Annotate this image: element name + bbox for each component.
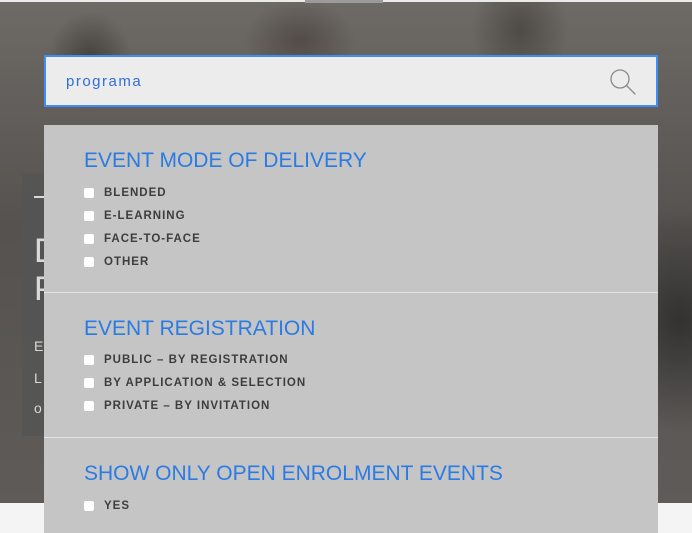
checkbox-option[interactable]: E-LEARNING: [84, 208, 186, 224]
filter-panel: EVENT MODE OF DELIVERY BLENDED E-LEARNIN…: [44, 125, 658, 533]
search-box[interactable]: [44, 55, 658, 107]
filter-section-title: EVENT MODE OF DELIVERY: [84, 149, 367, 172]
filter-section-title: EVENT REGISTRATION: [84, 317, 316, 340]
filter-section-registration: EVENT REGISTRATION PUBLIC – BY REGISTRAT…: [44, 292, 658, 438]
filter-section-delivery: EVENT MODE OF DELIVERY BLENDED E-LEARNIN…: [44, 125, 658, 292]
checkbox-icon[interactable]: [84, 355, 94, 365]
checkbox-option[interactable]: BY APPLICATION & SELECTION: [84, 375, 306, 391]
checkbox-icon[interactable]: [84, 234, 94, 244]
checkbox-label: FACE-TO-FACE: [104, 233, 201, 245]
checkbox-icon[interactable]: [84, 188, 94, 198]
checkbox-label: BLENDED: [104, 187, 167, 199]
checkbox-option[interactable]: YES: [84, 498, 130, 514]
top-nav-active-tab[interactable]: [305, 0, 383, 3]
checkbox-label: OTHER: [104, 256, 150, 268]
checkbox-icon[interactable]: [84, 211, 94, 221]
checkbox-label: BY APPLICATION & SELECTION: [104, 377, 307, 389]
hero-caption-letter: L: [34, 370, 42, 386]
hero-caption-dash: [34, 196, 44, 198]
checkbox-option[interactable]: OTHER: [84, 254, 149, 270]
hero-caption-letter: o: [34, 400, 42, 416]
checkbox-icon[interactable]: [84, 257, 94, 267]
filter-section-title: SHOW ONLY OPEN ENROLMENT EVENTS: [84, 462, 503, 485]
checkbox-option[interactable]: PRIVATE – BY INVITATION: [84, 398, 270, 414]
checkbox-icon[interactable]: [84, 378, 94, 388]
checkbox-label: PRIVATE – BY INVITATION: [104, 400, 271, 412]
checkbox-option[interactable]: FACE-TO-FACE: [84, 231, 201, 247]
checkbox-label: E-LEARNING: [104, 210, 186, 222]
search-icon[interactable]: [608, 67, 638, 97]
checkbox-label: PUBLIC – BY REGISTRATION: [104, 354, 289, 366]
checkbox-icon[interactable]: [84, 501, 94, 511]
filter-section-open-enrolment: SHOW ONLY OPEN ENROLMENT EVENTS YES: [44, 437, 658, 533]
checkbox-icon[interactable]: [84, 401, 94, 411]
search-input[interactable]: [66, 57, 606, 105]
checkbox-label: YES: [104, 500, 131, 512]
page: D P E L o EVENT MODE OF DELIVERY BLENDED…: [0, 0, 692, 533]
checkbox-option[interactable]: BLENDED: [84, 185, 167, 201]
checkbox-option[interactable]: PUBLIC – BY REGISTRATION: [84, 352, 289, 368]
hero-caption-letter: E: [34, 338, 44, 354]
